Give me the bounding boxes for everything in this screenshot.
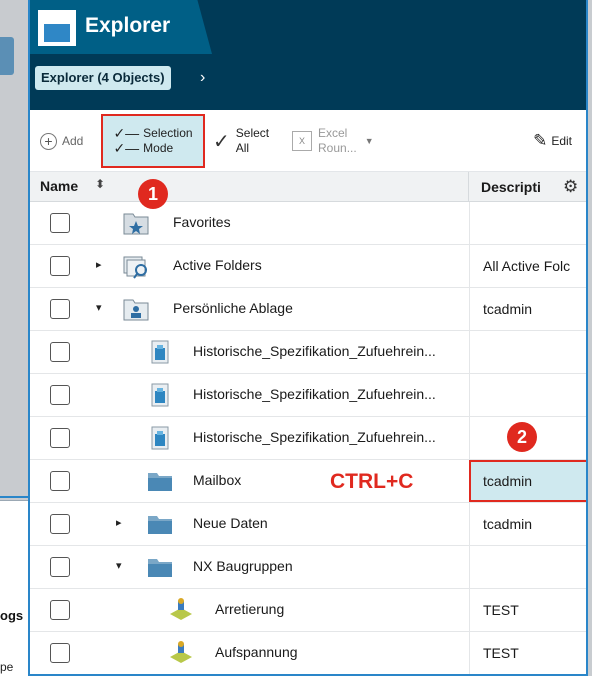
row-description[interactable] xyxy=(469,374,586,416)
table-row[interactable]: Favorites xyxy=(30,202,586,245)
row-checkbox[interactable] xyxy=(50,299,70,319)
window-title: Explorer xyxy=(85,14,171,37)
title-tab: Explorer xyxy=(30,0,212,54)
excel-icon: X xyxy=(292,131,312,151)
select-all-button[interactable]: ✓ Select All xyxy=(213,110,269,172)
assembly-part-icon xyxy=(167,596,195,624)
table-header: Name ⬍ Descripti ⚙ xyxy=(30,172,586,202)
collapse-toggle-icon[interactable]: ▾ xyxy=(96,301,102,314)
gear-icon[interactable]: ⚙ xyxy=(563,177,578,197)
explorer-window: Explorer Explorer (4 Objects) › + Add ✓—… xyxy=(28,0,588,676)
row-name: Neue Daten xyxy=(193,515,268,531)
step-badge-1: 1 xyxy=(138,179,168,209)
row-name: NX Baugruppen xyxy=(193,558,293,574)
row-description[interactable]: All Active Folc xyxy=(469,245,586,287)
explorer-folder-icon xyxy=(38,10,76,46)
table-row[interactable]: ▾ NX Baugruppen xyxy=(30,546,586,589)
sort-icon[interactable]: ⬍ xyxy=(95,177,105,191)
checkmark-icon: ✓ xyxy=(213,130,230,153)
row-checkbox[interactable] xyxy=(50,600,70,620)
selection-mode-label: Mode xyxy=(143,141,174,155)
row-name: Persönliche Ablage xyxy=(173,300,293,316)
row-checkbox[interactable] xyxy=(50,428,70,448)
row-name: Active Folders xyxy=(173,257,262,273)
row-name: Historische_Spezifikation_Zufuehrein... xyxy=(193,343,436,359)
expand-toggle-icon[interactable]: ▸ xyxy=(116,516,122,529)
breadcrumb[interactable]: Explorer (4 Objects) xyxy=(35,66,171,90)
favorites-folder-icon xyxy=(122,209,150,237)
table-row[interactable]: ▾ Persönliche Ablage tcadmin xyxy=(30,288,586,331)
folder-icon xyxy=(146,510,174,538)
home-folder-icon xyxy=(122,295,150,323)
expand-toggle-icon[interactable]: ▸ xyxy=(96,258,102,271)
row-checkbox[interactable] xyxy=(50,256,70,276)
select-all-label: All xyxy=(235,141,250,155)
edit-label: Edit xyxy=(551,134,572,148)
row-checkbox[interactable] xyxy=(50,557,70,577)
table-row[interactable]: ▸ Active Folders All Active Folc xyxy=(30,245,586,288)
item-revision-icon xyxy=(146,424,174,452)
ctrl-c-annotation: CTRL+C xyxy=(330,470,414,493)
table-row[interactable]: Historische_Spezifikation_Zufuehrein... xyxy=(30,374,586,417)
add-label: Add xyxy=(62,134,84,148)
row-checkbox[interactable] xyxy=(50,385,70,405)
edit-button[interactable]: ✎ Edit xyxy=(533,110,572,172)
row-description[interactable] xyxy=(469,331,586,373)
row-description[interactable] xyxy=(469,202,586,244)
row-name: Favorites xyxy=(173,214,231,230)
table-row[interactable]: Mailbox tcadmin xyxy=(30,460,586,503)
background-text: pe xyxy=(0,660,14,674)
assembly-part-icon xyxy=(167,639,195,667)
excel-label: Excel xyxy=(318,126,348,140)
row-checkbox[interactable] xyxy=(50,213,70,233)
selection-mode-button[interactable]: ✓— ✓— Selection Mode xyxy=(101,114,205,168)
item-revision-icon xyxy=(146,381,174,409)
toolbar: + Add ✓— ✓— Selection Mode ✓ Select All X… xyxy=(30,110,586,172)
add-button[interactable]: + Add xyxy=(40,110,83,172)
chevron-right-icon[interactable]: › xyxy=(200,66,205,90)
folder-icon xyxy=(146,467,174,495)
row-name: Mailbox xyxy=(193,472,242,488)
row-description[interactable]: TEST xyxy=(469,632,586,674)
column-header-name[interactable]: Name xyxy=(40,178,78,194)
row-checkbox[interactable] xyxy=(50,342,70,362)
select-all-label: Select xyxy=(235,126,270,140)
row-name: Historische_Spezifikation_Zufuehrein... xyxy=(193,429,436,445)
background-app-icon xyxy=(0,37,14,75)
selected-description-cell[interactable]: tcadmin xyxy=(469,460,586,502)
active-folders-icon xyxy=(122,252,150,280)
item-revision-icon xyxy=(146,338,174,366)
folder-icon xyxy=(146,553,174,581)
excel-label: Roun... xyxy=(318,141,357,155)
pencil-icon: ✎ xyxy=(533,131,548,150)
row-description[interactable] xyxy=(469,546,586,588)
table-row[interactable]: Historische_Spezifikation_Zufuehrein... xyxy=(30,417,586,460)
collapse-toggle-icon[interactable]: ▾ xyxy=(116,559,122,572)
row-checkbox[interactable] xyxy=(50,643,70,663)
table-row[interactable]: Aufspannung TEST xyxy=(30,632,586,674)
row-description[interactable]: tcadmin xyxy=(469,288,586,330)
row-description[interactable]: TEST xyxy=(469,589,586,631)
row-name: Historische_Spezifikation_Zufuehrein... xyxy=(193,386,436,402)
row-checkbox[interactable] xyxy=(50,471,70,491)
explorer-header: Explorer Explorer (4 Objects) › xyxy=(30,0,586,110)
background-text: ogs xyxy=(0,608,24,623)
selection-mode-label: Selection xyxy=(143,126,193,140)
chevron-down-icon: ▼ xyxy=(364,136,374,146)
row-name: Aufspannung xyxy=(215,644,298,660)
checklist-icon: ✓— ✓— xyxy=(113,124,140,156)
table-row[interactable]: Arretierung TEST xyxy=(30,589,586,632)
table-row[interactable]: Historische_Spezifikation_Zufuehrein... xyxy=(30,331,586,374)
step-badge-2: 2 xyxy=(507,422,537,452)
table-row[interactable]: ▸ Neue Daten tcadmin xyxy=(30,503,586,546)
excel-round-trip-button[interactable]: X Excel Roun... ▼ xyxy=(292,110,374,172)
row-checkbox[interactable] xyxy=(50,514,70,534)
row-name: Arretierung xyxy=(215,601,285,617)
plus-icon: + xyxy=(40,132,57,150)
row-description[interactable]: tcadmin xyxy=(469,503,586,545)
